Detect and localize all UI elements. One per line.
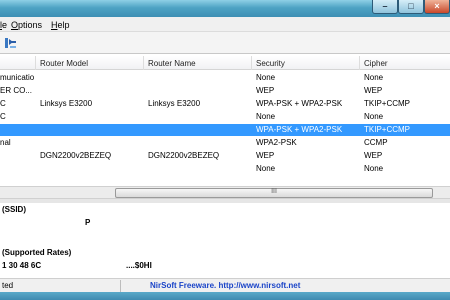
col-header-security[interactable]: Security — [256, 59, 285, 68]
menu-file[interactable]: le — [0, 20, 7, 30]
cell-ssid: C — [0, 99, 6, 108]
grip-icon: III — [271, 188, 277, 195]
cell-router-name: DGN2200v2BEZEQ — [148, 151, 220, 160]
cell-security: None — [256, 164, 276, 173]
table-row[interactable]: C Linksys E3200 Linksys E3200 WPA-PSK + … — [0, 98, 450, 110]
column-divider[interactable] — [143, 56, 144, 70]
table-row[interactable]: nal WPA2-PSK CCMP — [0, 137, 450, 149]
minimize-button[interactable]: – — [372, 0, 398, 14]
table-row[interactable]: municatio... None None — [0, 72, 450, 84]
detail-ssid-label: (SSID) — [2, 205, 26, 214]
close-button[interactable]: × — [424, 0, 450, 14]
menu-help[interactable]: Help — [51, 20, 70, 30]
scrollbar-thumb[interactable]: III — [115, 188, 433, 198]
cell-cipher: None — [364, 164, 384, 173]
column-divider[interactable] — [35, 56, 36, 70]
cell-cipher: TKIP+CCMP — [364, 99, 411, 108]
horizontal-scrollbar[interactable]: III — [0, 186, 450, 199]
taskbar-strip — [0, 292, 450, 300]
cell-router-model: DGN2200v2BEZEQ — [40, 151, 112, 160]
cell-cipher: WEP — [364, 86, 383, 95]
col-header-router-name[interactable]: Router Name — [148, 59, 196, 68]
cell-ssid: ER CO... — [0, 86, 33, 95]
column-divider[interactable] — [359, 56, 360, 70]
status-bar: ted NirSoft Freeware. http://www.nirsoft… — [0, 278, 450, 292]
status-text: ted — [2, 281, 14, 290]
table-row-selected[interactable]: WPA-PSK + WPA2-PSK TKIP+CCMP — [0, 124, 450, 136]
cell-security: None — [256, 112, 276, 121]
toolbar — [0, 32, 450, 54]
table-row[interactable]: ER CO... WEP WEP — [0, 85, 450, 97]
detail-pane: (SSID) P (Supported Rates) 1 30 48 6C ..… — [0, 203, 450, 277]
maximize-icon: □ — [408, 1, 414, 11]
table-row[interactable]: C None None — [0, 111, 450, 123]
status-divider — [120, 280, 121, 292]
table-row[interactable]: DGN2200v2BEZEQ DGN2200v2BEZEQ WEP WEP — [0, 150, 450, 162]
detail-rates-label: (Supported Rates) — [2, 248, 72, 257]
menu-options[interactable]: Options — [11, 20, 42, 30]
menu-bar: le Options Help — [0, 17, 450, 32]
cell-router-model: Linksys E3200 — [40, 99, 93, 108]
cell-ssid: municatio... — [0, 73, 34, 82]
cell-security: WEP — [256, 151, 275, 160]
close-icon: × — [434, 1, 440, 11]
col-header-router-model[interactable]: Router Model — [40, 59, 88, 68]
cell-security: WPA-PSK + WPA2-PSK — [256, 125, 343, 134]
cell-security: WPA2-PSK — [256, 138, 297, 147]
cell-security: WEP — [256, 86, 275, 95]
cell-security: None — [256, 73, 276, 82]
detail-ssid-value: P — [85, 218, 91, 227]
network-list: Router Model Router Name Security Cipher… — [0, 56, 450, 186]
cell-cipher: WEP — [364, 151, 383, 160]
detail-rates-ascii: ....$0HI — [126, 261, 152, 270]
nirsoft-link[interactable]: NirSoft Freeware. http://www.nirsoft.net — [150, 281, 300, 290]
refresh-icon[interactable] — [4, 36, 18, 50]
cell-router-name: Linksys E3200 — [148, 99, 201, 108]
col-header-cipher[interactable]: Cipher — [364, 59, 388, 68]
minimize-icon: – — [382, 1, 388, 11]
cell-security: WPA-PSK + WPA2-PSK — [256, 99, 343, 108]
cell-cipher: TKIP+CCMP — [364, 125, 411, 134]
table-row[interactable]: None None — [0, 163, 450, 175]
cell-cipher: None — [364, 73, 384, 82]
cell-cipher: None — [364, 112, 384, 121]
maximize-button[interactable]: □ — [398, 0, 424, 14]
cell-ssid: C — [0, 112, 6, 121]
column-divider[interactable] — [251, 56, 252, 70]
list-header: Router Model Router Name Security Cipher — [0, 56, 450, 70]
detail-rates-hex: 1 30 48 6C — [2, 261, 42, 270]
title-bar: – □ × — [0, 0, 450, 17]
cell-cipher: CCMP — [364, 138, 388, 147]
cell-ssid: nal — [0, 138, 11, 147]
